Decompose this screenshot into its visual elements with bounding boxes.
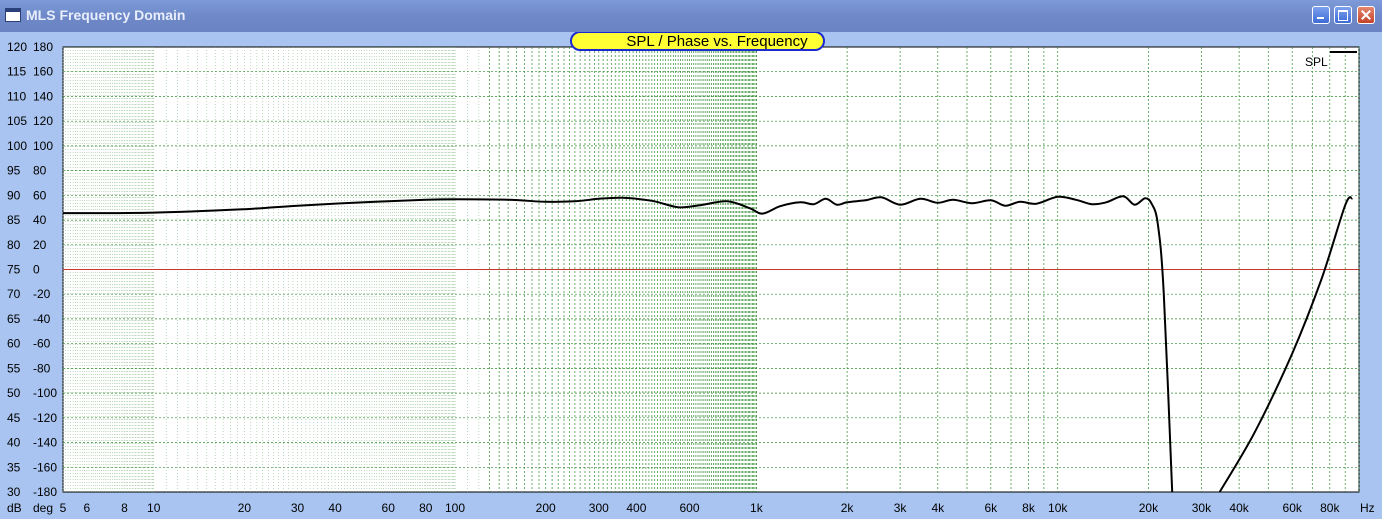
x-tick-label: 6	[84, 501, 91, 515]
y-tick-label-phase: 140	[33, 89, 53, 103]
y-tick-label-phase: 100	[33, 139, 53, 153]
maximize-button[interactable]	[1334, 6, 1352, 24]
x-axis-labels: 5 6 8 10 20 30 40 60 80 100 200 300 400 600 1k 2k 3k 4k 6k…	[60, 501, 1341, 515]
x-tick-label: 2k	[841, 501, 855, 515]
y-tick-label-phase: -80	[33, 361, 51, 375]
x-tick-label: 8	[121, 501, 128, 515]
x-tick-label: 400	[626, 501, 646, 515]
x-tick-label: 10	[147, 501, 161, 515]
y-tick-label-spl: 60	[7, 337, 21, 351]
y-tick-label-spl: 45	[7, 411, 21, 425]
y-tick-label-phase: 180	[33, 40, 53, 54]
x-tick-label: 30k	[1192, 501, 1212, 515]
x-tick-label: 1k	[750, 501, 764, 515]
y-tick-label-phase: -40	[33, 312, 51, 326]
x-tick-label: 200	[536, 501, 556, 515]
x-tick-label: 20	[238, 501, 252, 515]
chart-area: 120 180 115 160 110 140 105 120 100 100 95 80 90 60 85…	[0, 32, 1382, 519]
app-window: MLS Frequency Domain 120 180 115 160 110 140 1…	[0, 0, 1382, 519]
y-tick-label-phase: -180	[33, 485, 57, 499]
x-tick-label: 100	[445, 501, 465, 515]
x-tick-label: 300	[589, 501, 609, 515]
y-tick-label-spl: 100	[7, 139, 27, 153]
chart-title-box: SPL / Phase vs. Frequency	[570, 32, 825, 51]
y-tick-label-phase: -160	[33, 460, 57, 474]
y-tick-label-spl: 75	[7, 263, 21, 277]
x-tick-label: 6k	[984, 501, 998, 515]
y-tick-label-spl: 40	[7, 436, 21, 450]
y-tick-label-phase: 60	[33, 188, 47, 202]
y-tick-label-spl: 90	[7, 188, 21, 202]
y-tick-label-spl: 85	[7, 213, 21, 227]
x-tick-label: 600	[679, 501, 699, 515]
x-tick-label: 30	[291, 501, 305, 515]
y-tick-label-phase: 80	[33, 164, 47, 178]
x-tick-label: 60	[382, 501, 396, 515]
legend-label-spl: SPL	[1305, 55, 1328, 69]
y-tick-label-phase: 20	[33, 238, 47, 252]
x-tick-label: 3k	[894, 501, 908, 515]
y-axis-labels: 120 180 115 160 110 140 105 120 100 100 95 80 90 60 85…	[7, 40, 57, 499]
y-tick-label-phase: 160	[33, 65, 53, 79]
y-tick-label-spl: 50	[7, 386, 21, 400]
title-bar[interactable]: MLS Frequency Domain	[0, 0, 1382, 32]
chart-title: SPL / Phase vs. Frequency	[626, 33, 808, 50]
x-tick-label: 20k	[1139, 501, 1159, 515]
y-unit-spl-label: dB	[7, 501, 22, 515]
y-tick-label-phase: -140	[33, 436, 57, 450]
y-tick-label-phase: 120	[33, 114, 53, 128]
close-button[interactable]	[1357, 6, 1375, 24]
x-unit-label: Hz	[1360, 501, 1375, 515]
x-tick-label: 10k	[1048, 501, 1068, 515]
y-tick-label-spl: 65	[7, 312, 21, 326]
x-tick-label: 8k	[1022, 501, 1036, 515]
y-tick-label-spl: 30	[7, 485, 21, 499]
window-title: MLS Frequency Domain	[26, 7, 186, 23]
window-icon[interactable]	[5, 8, 21, 22]
y-tick-label-phase: -120	[33, 411, 57, 425]
y-tick-label-spl: 35	[7, 460, 21, 474]
y-tick-label-spl: 105	[7, 114, 27, 128]
minimize-button[interactable]	[1312, 6, 1330, 24]
y-tick-label-phase: -100	[33, 386, 57, 400]
x-tick-label: 60k	[1283, 501, 1303, 515]
y-tick-label-spl: 55	[7, 361, 21, 375]
y-tick-label-spl: 70	[7, 287, 21, 301]
x-tick-label: 40k	[1229, 501, 1249, 515]
y-tick-label-phase: 40	[33, 213, 47, 227]
y-unit-phase-label: deg	[33, 501, 53, 515]
y-tick-label-spl: 120	[7, 40, 27, 54]
y-tick-label-spl: 80	[7, 238, 21, 252]
x-tick-label: 80	[419, 501, 433, 515]
x-tick-label: 5	[60, 501, 67, 515]
spl-phase-chart: 120 180115 160110 140105 120100 10095 8090 6085…	[7, 32, 1375, 515]
y-tick-label-spl: 115	[7, 65, 26, 79]
x-tick-label: 80k	[1320, 501, 1340, 515]
x-tick-label: 4k	[931, 501, 945, 515]
y-tick-label-phase: -20	[33, 287, 51, 301]
y-tick-label-spl: 95	[7, 164, 21, 178]
x-tick-label: 40	[328, 501, 342, 515]
y-tick-label-phase: 0	[33, 263, 40, 277]
y-tick-label-phase: -60	[33, 337, 51, 351]
y-tick-label-spl: 110	[7, 89, 26, 103]
